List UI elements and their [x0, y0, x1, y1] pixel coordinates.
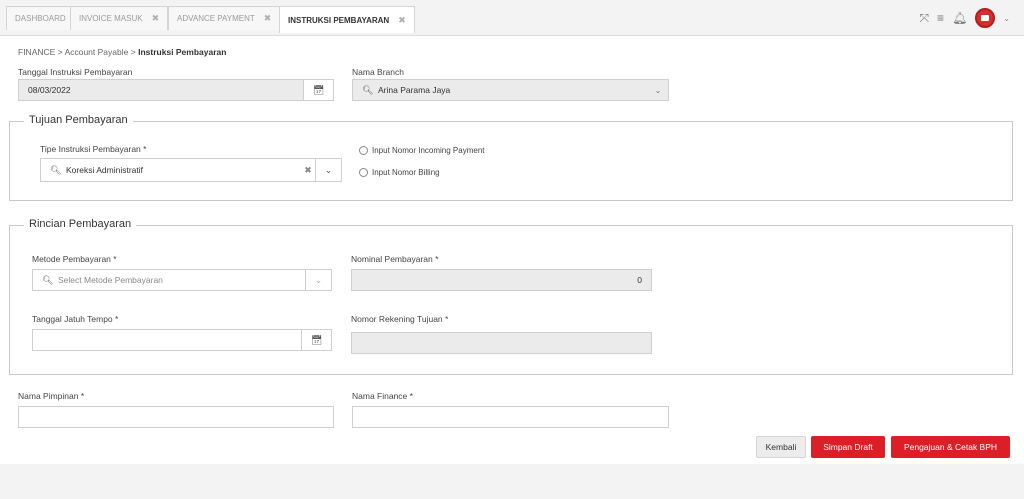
search-icon: 🔍︎: [42, 274, 54, 285]
tab-instruksi-pembayaran[interactable]: INSTRUKSI PEMBAYARAN ✖: [279, 6, 415, 33]
chevron-down-icon[interactable]: ⌄: [315, 159, 341, 181]
branch-value: Arina Parama Jaya: [378, 85, 451, 95]
finance-label: Nama Finance *: [352, 391, 413, 401]
calendar-icon[interactable]: 📅︎: [303, 80, 333, 100]
rekening-label: Nomor Rekening Tujuan *: [351, 314, 449, 324]
breadcrumb-sep: >: [130, 47, 136, 57]
tab-label: INVOICE MASUK: [79, 14, 143, 23]
avatar[interactable]: [975, 8, 996, 28]
top-icons: ⤧ ≡ 🔔︎ ⌄: [919, 8, 1010, 28]
pimpinan-label: Nama Pimpinan *: [18, 391, 85, 401]
pengajuan-cetak-button[interactable]: Pengajuan & Cetak BPH: [891, 436, 1010, 458]
radio-billing[interactable]: Input Nomor Billing: [359, 168, 440, 177]
chevron-down-icon[interactable]: ⌄: [305, 270, 331, 290]
expand-icon[interactable]: ⤧: [919, 11, 929, 26]
menu-icon[interactable]: ≡: [937, 11, 944, 25]
tanggal-label: Tanggal Instruksi Pembayaran: [18, 67, 133, 77]
tab-label: ADVANCE PAYMENT: [177, 14, 255, 23]
tipe-select[interactable]: 🔍︎ Koreksi Administratif ✖ ⌄: [40, 158, 342, 182]
breadcrumb-current: Instruksi Pembayaran: [138, 47, 227, 57]
jatuh-tempo-field[interactable]: 📅︎: [32, 329, 332, 351]
radio-circle[interactable]: [359, 146, 368, 155]
close-icon[interactable]: ✖: [264, 13, 272, 24]
kembali-button[interactable]: Kembali: [756, 436, 806, 458]
close-icon[interactable]: ✖: [152, 13, 160, 24]
tujuan-legend: Tujuan Pembayaran: [24, 114, 133, 126]
branch-label: Nama Branch: [352, 67, 404, 77]
radio-incoming-payment[interactable]: Input Nomor Incoming Payment: [359, 146, 485, 155]
breadcrumb: FINANCE > Account Payable > Instruksi Pe…: [18, 47, 226, 57]
metode-select[interactable]: 🔍︎ Select Metode Pembayaran ⌄: [32, 269, 332, 291]
close-icon[interactable]: ✖: [398, 15, 406, 26]
nominal-field[interactable]: 0: [351, 269, 652, 291]
tab-label: INSTRUKSI PEMBAYARAN: [288, 15, 390, 25]
nominal-value: 0: [637, 275, 642, 285]
bell-icon[interactable]: 🔔︎: [952, 11, 967, 25]
chevron-down-icon[interactable]: ⌄: [1003, 14, 1010, 23]
jatuh-tempo-label: Tanggal Jatuh Tempo *: [32, 314, 119, 324]
pimpinan-field[interactable]: [18, 406, 334, 428]
tab-invoice-masuk[interactable]: INVOICE MASUK ✖: [70, 6, 169, 30]
tanggal-value: 08/03/2022: [28, 85, 71, 95]
metode-label: Metode Pembayaran *: [32, 254, 117, 264]
tab-bar: DASHBOARD INVOICE MASUK ✖ ADVANCE PAYMEN…: [0, 0, 1024, 36]
tab-dashboard[interactable]: DASHBOARD: [6, 6, 75, 30]
clear-icon[interactable]: ✖: [301, 165, 315, 176]
nominal-label: Nominal Pembayaran *: [351, 254, 439, 264]
tipe-label: Tipe Instruksi Pembayaran *: [40, 144, 147, 154]
radio-circle[interactable]: [359, 168, 368, 177]
chevron-down-icon[interactable]: ⌄: [648, 86, 668, 95]
radio-label: Input Nomor Billing: [372, 168, 440, 177]
calendar-icon[interactable]: 📅︎: [301, 330, 331, 350]
breadcrumb-sep: >: [57, 47, 63, 57]
rekening-field[interactable]: [351, 332, 652, 354]
rincian-legend: Rincian Pembayaran: [24, 218, 137, 230]
radio-label: Input Nomor Incoming Payment: [372, 146, 485, 155]
search-icon: 🔍︎: [362, 84, 374, 95]
search-icon: 🔍︎: [50, 164, 62, 175]
tab-advance-payment[interactable]: ADVANCE PAYMENT ✖: [168, 6, 281, 30]
tanggal-field[interactable]: 08/03/2022 📅︎: [18, 79, 334, 101]
simpan-draft-button[interactable]: Simpan Draft: [811, 436, 885, 458]
branch-select[interactable]: 🔍︎ Arina Parama Jaya ⌄: [352, 79, 669, 101]
tipe-value: Koreksi Administratif: [66, 165, 143, 175]
breadcrumb-account-payable[interactable]: Account Payable: [65, 47, 129, 57]
finance-field[interactable]: [352, 406, 669, 428]
tab-label: DASHBOARD: [15, 14, 66, 23]
breadcrumb-finance[interactable]: FINANCE: [18, 47, 55, 57]
metode-placeholder: Select Metode Pembayaran: [58, 275, 163, 285]
